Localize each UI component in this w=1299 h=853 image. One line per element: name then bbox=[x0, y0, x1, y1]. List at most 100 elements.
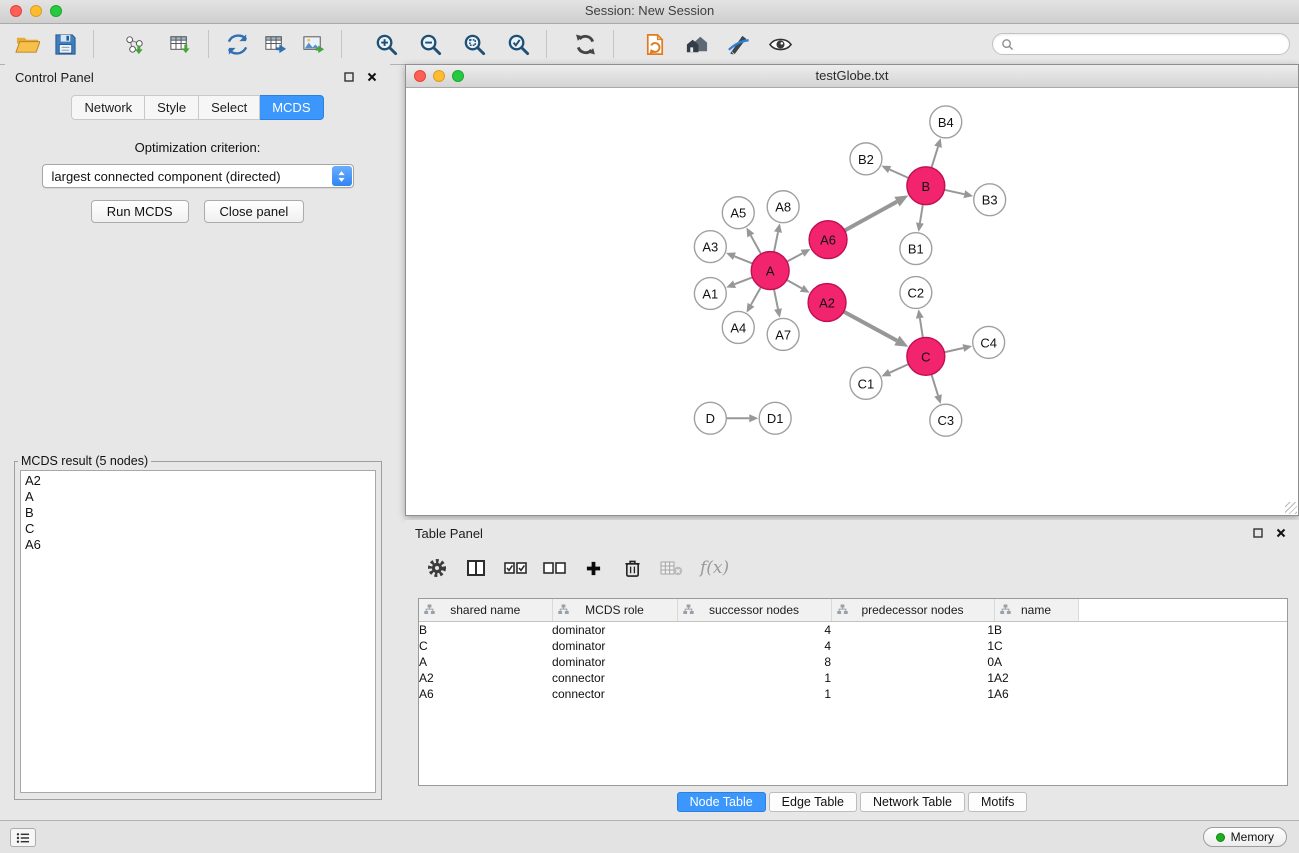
network-edge-C-C4[interactable] bbox=[944, 344, 972, 352]
close-panel-button[interactable] bbox=[364, 69, 380, 85]
network-edge-D-D1[interactable] bbox=[726, 414, 758, 422]
deselect-all-rows-button[interactable] bbox=[536, 553, 572, 583]
share-document-button[interactable] bbox=[635, 28, 673, 60]
column-header-successor-nodes[interactable]: successor nodes bbox=[677, 599, 831, 622]
fullscreen-window-button[interactable] bbox=[50, 5, 62, 17]
network-node-B4[interactable]: B4 bbox=[930, 106, 962, 138]
column-header-name[interactable]: name bbox=[994, 599, 1078, 622]
show-graphics-details-button[interactable] bbox=[761, 28, 799, 60]
import-network-button[interactable] bbox=[115, 28, 153, 60]
network-node-C3[interactable]: C3 bbox=[930, 404, 962, 436]
open-session-button[interactable] bbox=[8, 28, 46, 60]
network-node-A6[interactable]: A6 bbox=[809, 221, 847, 259]
network-edge-A-A2[interactable] bbox=[787, 280, 810, 293]
minimize-window-button[interactable] bbox=[30, 5, 42, 17]
network-node-A1[interactable]: A1 bbox=[694, 278, 726, 310]
export-table-button[interactable] bbox=[256, 28, 294, 60]
mcds-result-item[interactable]: B bbox=[25, 505, 375, 521]
network-close-button[interactable] bbox=[414, 70, 426, 82]
control-tab-network[interactable]: Network bbox=[71, 95, 145, 120]
network-edge-B-B1[interactable] bbox=[916, 204, 924, 231]
zoom-out-button[interactable] bbox=[411, 28, 449, 60]
save-session-button[interactable] bbox=[46, 28, 84, 60]
apply-layout-button[interactable] bbox=[566, 28, 604, 60]
network-edge-A-A4[interactable] bbox=[747, 287, 761, 313]
delete-table-button[interactable] bbox=[653, 553, 689, 583]
close-window-button[interactable] bbox=[10, 5, 22, 17]
network-node-D1[interactable]: D1 bbox=[759, 402, 791, 434]
control-tab-mcds[interactable]: MCDS bbox=[260, 95, 323, 120]
control-tab-select[interactable]: Select bbox=[199, 95, 260, 120]
network-edge-A2-C[interactable] bbox=[844, 312, 909, 347]
annotation-button[interactable] bbox=[719, 28, 757, 60]
mcds-result-item[interactable]: C bbox=[25, 521, 375, 537]
network-edge-A-A8[interactable] bbox=[774, 223, 782, 252]
table-tab-motifs[interactable]: Motifs bbox=[968, 792, 1027, 812]
network-edge-C-C1[interactable] bbox=[881, 364, 908, 376]
network-node-A3[interactable]: A3 bbox=[694, 231, 726, 263]
network-edge-B-B2[interactable] bbox=[881, 166, 908, 178]
table-row[interactable]: A6connector11A6 bbox=[419, 686, 1287, 702]
network-zoom-button[interactable] bbox=[452, 70, 464, 82]
zoom-selected-button[interactable] bbox=[499, 28, 537, 60]
network-node-C2[interactable]: C2 bbox=[900, 277, 932, 309]
network-node-C[interactable]: C bbox=[907, 337, 945, 375]
table-row[interactable]: Adominator80A bbox=[419, 654, 1287, 670]
run-mcds-button[interactable]: Run MCDS bbox=[91, 200, 189, 223]
zoom-in-button[interactable] bbox=[367, 28, 405, 60]
mcds-result-list[interactable]: A2ABCA6 bbox=[20, 470, 376, 793]
network-node-B2[interactable]: B2 bbox=[850, 143, 882, 175]
export-image-button[interactable] bbox=[294, 28, 332, 60]
mcds-result-item[interactable]: A6 bbox=[25, 537, 375, 553]
network-node-A8[interactable]: A8 bbox=[767, 191, 799, 223]
network-node-B[interactable]: B bbox=[907, 167, 945, 205]
column-header-MCDS-role[interactable]: MCDS role bbox=[552, 599, 677, 622]
network-edge-B-B3[interactable] bbox=[944, 190, 973, 198]
function-builder-button[interactable]: f(x) bbox=[700, 558, 729, 578]
delete-column-button[interactable] bbox=[614, 553, 650, 583]
table-row[interactable]: Cdominator41C bbox=[419, 638, 1287, 654]
network-edge-B-B4[interactable] bbox=[931, 138, 941, 168]
network-node-C1[interactable]: C1 bbox=[850, 367, 882, 399]
search-input[interactable] bbox=[1019, 36, 1281, 52]
export-network-button[interactable] bbox=[218, 28, 256, 60]
network-node-A2[interactable]: A2 bbox=[808, 284, 846, 322]
mcds-result-item[interactable]: A2 bbox=[25, 473, 375, 489]
table-tab-edge-table[interactable]: Edge Table bbox=[769, 792, 857, 812]
import-table-button[interactable] bbox=[161, 28, 199, 60]
network-node-C4[interactable]: C4 bbox=[973, 326, 1005, 358]
network-node-B3[interactable]: B3 bbox=[974, 184, 1006, 216]
network-edge-A-A5[interactable] bbox=[746, 228, 761, 254]
float-panel-button[interactable] bbox=[341, 69, 357, 85]
network-node-B1[interactable]: B1 bbox=[900, 233, 932, 265]
ndex-home-button[interactable] bbox=[677, 28, 715, 60]
add-column-button[interactable] bbox=[575, 553, 611, 583]
network-node-A5[interactable]: A5 bbox=[722, 197, 754, 229]
control-tab-style[interactable]: Style bbox=[145, 95, 199, 120]
float-table-panel-button[interactable] bbox=[1250, 525, 1266, 541]
network-minimize-button[interactable] bbox=[433, 70, 445, 82]
network-edge-A-A1[interactable] bbox=[726, 277, 752, 288]
table-tab-network-table[interactable]: Network Table bbox=[860, 792, 965, 812]
network-edge-A-A3[interactable] bbox=[726, 253, 753, 264]
show-columns-button[interactable] bbox=[458, 553, 494, 583]
mcds-result-item[interactable]: A bbox=[25, 489, 375, 505]
criterion-dropdown[interactable]: largest connected component (directed) bbox=[42, 164, 354, 188]
zoom-fit-button[interactable] bbox=[455, 28, 493, 60]
close-table-panel-button[interactable] bbox=[1273, 525, 1289, 541]
table-row[interactable]: Bdominator41B bbox=[419, 622, 1287, 639]
task-history-button[interactable] bbox=[10, 828, 36, 847]
column-header-predecessor-nodes[interactable]: predecessor nodes bbox=[831, 599, 994, 622]
table-row[interactable]: A2connector11A2 bbox=[419, 670, 1287, 686]
resize-grip[interactable] bbox=[1285, 502, 1297, 514]
close-panel-action-button[interactable]: Close panel bbox=[204, 200, 305, 223]
network-node-D[interactable]: D bbox=[694, 402, 726, 434]
table-tab-node-table[interactable]: Node Table bbox=[677, 792, 766, 812]
column-header-shared-name[interactable]: shared name bbox=[419, 599, 552, 622]
memory-button[interactable]: Memory bbox=[1203, 827, 1287, 847]
network-edge-C-C3[interactable] bbox=[931, 374, 941, 404]
network-node-A[interactable]: A bbox=[751, 252, 789, 290]
table-settings-button[interactable] bbox=[419, 553, 455, 583]
network-edge-C-C2[interactable] bbox=[916, 309, 924, 337]
network-edge-A-A6[interactable] bbox=[787, 249, 811, 262]
